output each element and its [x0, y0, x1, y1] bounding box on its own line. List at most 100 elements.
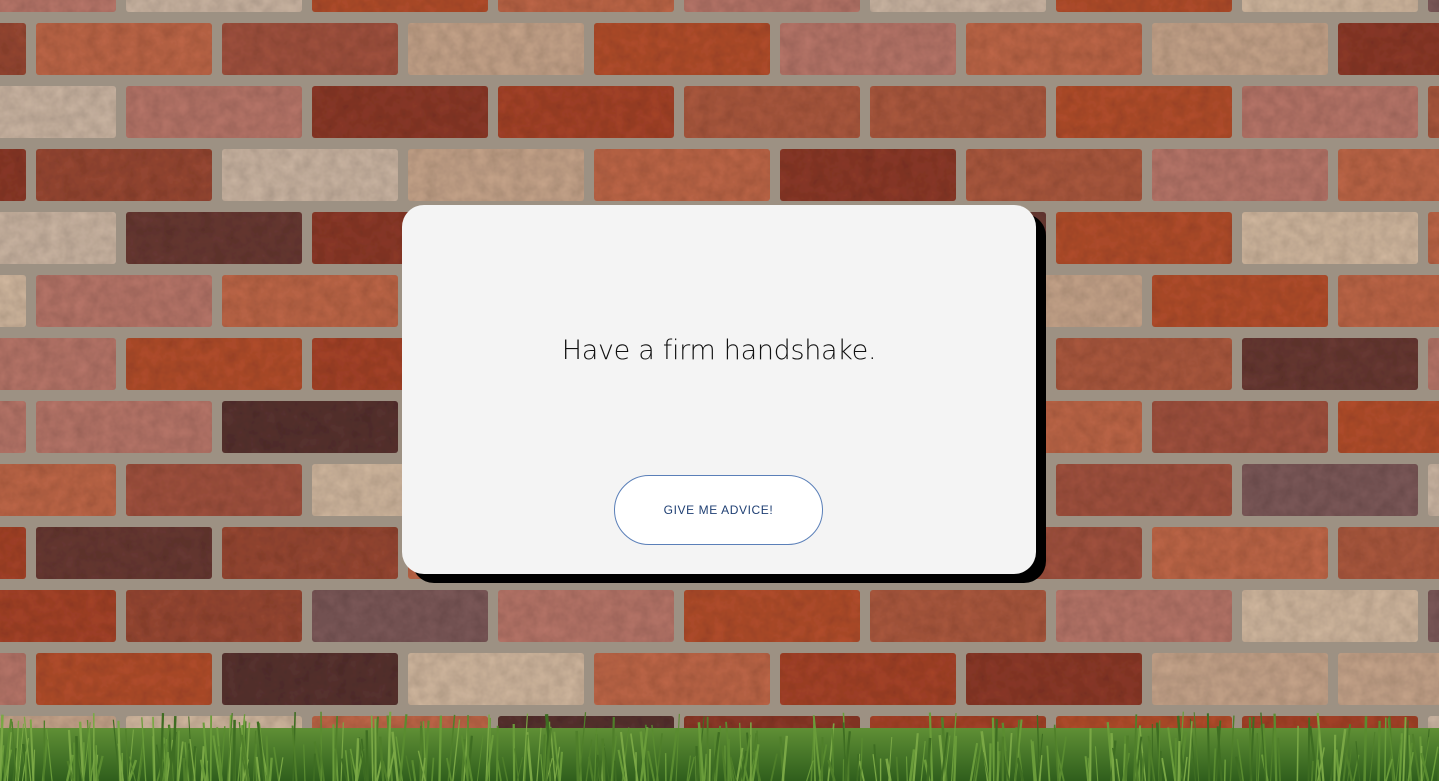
brick — [126, 338, 302, 390]
brick — [1056, 0, 1232, 12]
brick — [0, 0, 116, 12]
brick — [1152, 23, 1328, 75]
brick — [1056, 212, 1232, 264]
brick — [36, 275, 212, 327]
brick — [222, 275, 398, 327]
brick — [966, 653, 1142, 705]
brick — [408, 149, 584, 201]
brick — [1428, 0, 1439, 12]
grass-blade — [575, 730, 580, 781]
brick — [966, 23, 1142, 75]
grass-blade — [614, 760, 617, 781]
brick — [0, 86, 116, 138]
advice-text: Have a firm handshake. — [561, 335, 877, 366]
brick — [1056, 86, 1232, 138]
brick — [780, 23, 956, 75]
advice-card: Have a firm handshake. GIVE ME ADVICE! — [402, 205, 1036, 574]
grass-blade — [905, 756, 908, 781]
grass-blade — [265, 735, 269, 781]
grass-blade — [1310, 760, 1314, 781]
grass-blade — [856, 753, 860, 781]
brick — [1428, 464, 1439, 516]
brick — [1428, 86, 1439, 138]
brick — [870, 86, 1046, 138]
brick — [222, 23, 398, 75]
grass-blade — [1384, 717, 1387, 781]
brick — [36, 401, 212, 453]
grass-blade — [1377, 720, 1381, 781]
brick — [36, 23, 212, 75]
grass-blade — [1363, 716, 1368, 781]
brick — [312, 590, 488, 642]
grass-blade — [370, 715, 374, 781]
grass-blade — [991, 717, 996, 781]
brick — [594, 23, 770, 75]
brick — [222, 401, 398, 453]
brick — [1428, 338, 1439, 390]
brick — [312, 86, 488, 138]
brick — [1152, 275, 1328, 327]
grass-blade — [1333, 734, 1337, 781]
brick — [1152, 401, 1328, 453]
brick — [870, 0, 1046, 12]
grass-blade — [188, 743, 191, 781]
brick — [1242, 212, 1418, 264]
brick — [498, 86, 674, 138]
brick — [0, 653, 26, 705]
brick — [498, 590, 674, 642]
brick — [222, 653, 398, 705]
brick — [1338, 149, 1439, 201]
brick — [0, 527, 26, 579]
grass-blade — [1177, 741, 1181, 781]
brick — [1242, 86, 1418, 138]
brick — [0, 590, 116, 642]
brick — [0, 275, 26, 327]
grass-blade — [365, 730, 369, 781]
grass-blade — [695, 746, 699, 781]
brick — [1242, 590, 1418, 642]
brick — [408, 23, 584, 75]
grass-blade — [708, 748, 712, 781]
brick — [1152, 527, 1328, 579]
brick — [780, 149, 956, 201]
brick — [684, 590, 860, 642]
grass-blade — [495, 725, 499, 781]
grass-blade — [1307, 717, 1311, 781]
grass-blade — [312, 753, 316, 781]
brick — [870, 590, 1046, 642]
brick — [126, 86, 302, 138]
brick — [1338, 275, 1439, 327]
brick — [36, 149, 212, 201]
brick — [684, 86, 860, 138]
brick — [1338, 653, 1439, 705]
brick — [780, 653, 956, 705]
brick — [1242, 464, 1418, 516]
brick — [0, 464, 116, 516]
grass-blade — [1223, 759, 1226, 781]
brick — [222, 527, 398, 579]
brick — [1428, 212, 1439, 264]
brick — [684, 0, 860, 12]
brick — [0, 23, 26, 75]
brick — [1338, 23, 1439, 75]
brick — [1056, 590, 1232, 642]
brick — [1242, 338, 1418, 390]
brick — [1428, 590, 1439, 642]
grass-blade — [438, 715, 443, 781]
brick — [966, 149, 1142, 201]
grass-blade — [1206, 713, 1211, 781]
grass-blade — [232, 719, 236, 781]
brick — [408, 653, 584, 705]
brick — [1056, 464, 1232, 516]
grass-blade — [419, 725, 423, 781]
brick — [222, 149, 398, 201]
brick — [0, 212, 116, 264]
brick — [312, 0, 488, 12]
brick — [498, 0, 674, 12]
brick — [1152, 653, 1328, 705]
brick — [126, 212, 302, 264]
grass-blade — [75, 736, 80, 781]
brick — [1152, 149, 1328, 201]
brick — [594, 149, 770, 201]
give-me-advice-button[interactable]: GIVE ME ADVICE! — [614, 475, 823, 545]
